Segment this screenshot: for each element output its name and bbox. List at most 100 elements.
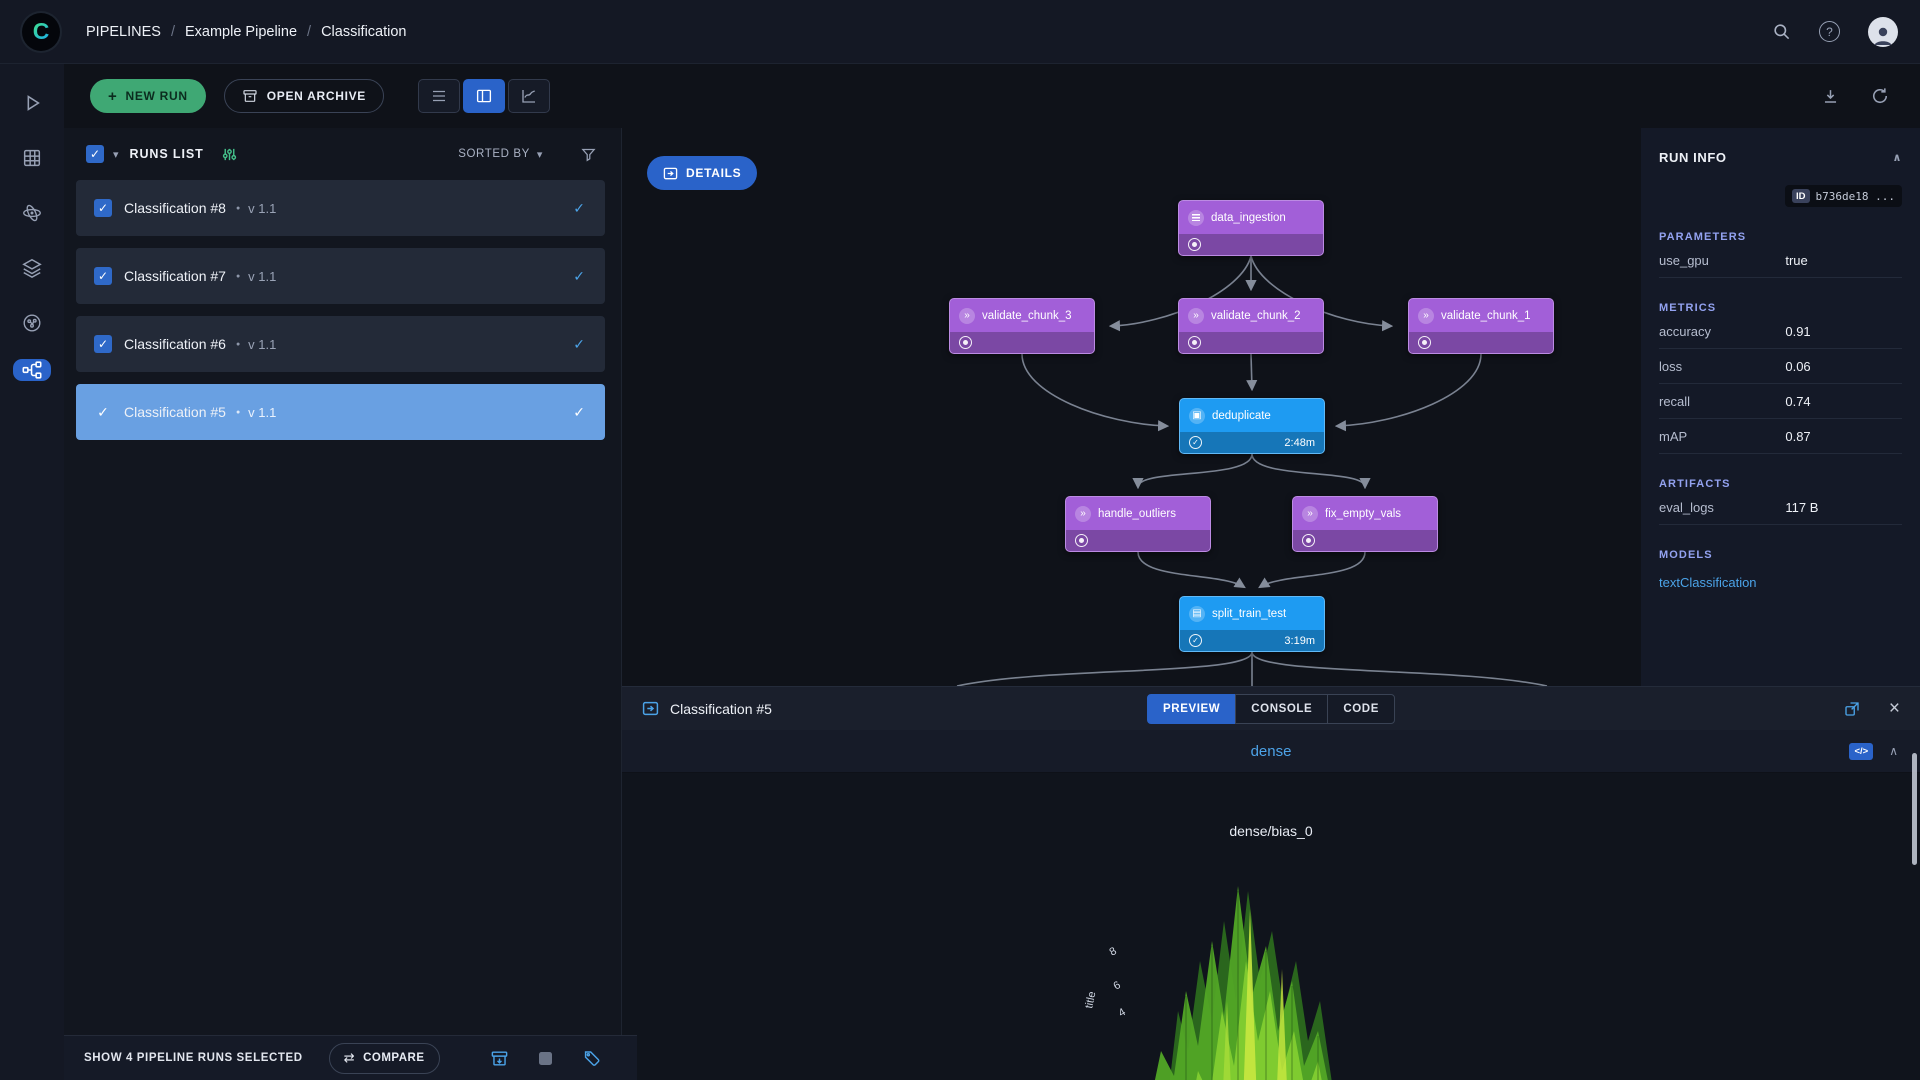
id-badge: ID [1792, 189, 1810, 203]
download-button[interactable] [1821, 87, 1840, 106]
run-list-item[interactable]: ✓ Classification #8 ● v 1.1 ✓ [76, 180, 605, 236]
question-icon: ? [1826, 25, 1833, 39]
node-header: » validate_chunk_3 [950, 299, 1094, 332]
run-checkbox[interactable]: ✓ [94, 335, 112, 353]
grid-icon [21, 147, 43, 169]
dag-node-validate-chunk-3[interactable]: » validate_chunk_3 [949, 298, 1095, 354]
dag-node-validate-chunk-1[interactable]: » validate_chunk_1 [1408, 298, 1554, 354]
run-list-item[interactable]: ✓ Classification #6 ● v 1.1 ✓ [76, 316, 605, 372]
tab-code[interactable]: CODE [1327, 694, 1395, 724]
plot-group-bar[interactable]: dense </> ∧ [622, 730, 1920, 773]
table-view-button[interactable] [418, 79, 460, 113]
breadcrumb-pipeline[interactable]: Classification [321, 24, 406, 40]
filter-button[interactable] [580, 146, 597, 163]
compare-button[interactable]: ⇄ COMPARE [329, 1043, 440, 1074]
node-status-bar [1179, 332, 1323, 353]
preview-panel: Classification #5 PREVIEW CONSOLE CODE ×… [622, 686, 1920, 1080]
dag-node-data-ingestion[interactable]: data_ingestion [1178, 200, 1324, 256]
archive-selected-button[interactable] [490, 1049, 509, 1068]
search-button[interactable] [1772, 22, 1791, 41]
split-view-button[interactable] [463, 79, 505, 113]
tune-icon[interactable] [221, 146, 238, 163]
close-icon[interactable]: × [1889, 699, 1900, 718]
param-value: true [1785, 253, 1807, 268]
left-nav-rail [0, 64, 64, 1080]
preview-frame-icon [642, 700, 659, 717]
nav-projects[interactable] [21, 92, 43, 114]
pipeline-dag[interactable]: DETAILS data_ingestion » validate_chunk_… [622, 128, 1641, 686]
scrollbar[interactable] [1912, 753, 1917, 865]
abort-selected-button[interactable] [539, 1052, 552, 1065]
dag-node-fix-empty-vals[interactable]: » fix_empty_vals [1292, 496, 1438, 552]
run-title: Classification #7 [124, 268, 226, 284]
filter-icon [580, 146, 597, 163]
chevron-down-icon[interactable]: ▾ [113, 148, 119, 161]
model-link[interactable]: textClassification [1659, 575, 1902, 590]
new-run-button[interactable]: + NEW RUN [90, 79, 206, 113]
chart-view-button[interactable] [508, 79, 550, 113]
open-archive-button[interactable]: OPEN ARCHIVE [224, 79, 384, 113]
code-view-chip[interactable]: </> [1849, 743, 1873, 760]
plus-icon: + [108, 88, 117, 105]
run-step-icon: » [1188, 308, 1204, 324]
bullet-icon: ● [236, 273, 240, 280]
run-checkbox[interactable]: ✓ [94, 403, 112, 421]
tab-preview[interactable]: PREVIEW [1147, 694, 1236, 724]
clearml-logo[interactable]: C [22, 13, 60, 51]
bullet-icon: ● [236, 205, 240, 212]
run-checkbox[interactable]: ✓ [94, 199, 112, 217]
sorted-by-dropdown[interactable]: SORTED BY ▾ [458, 148, 543, 161]
run-list-item[interactable]: ✓ Classification #7 ● v 1.1 ✓ [76, 248, 605, 304]
nav-datasets[interactable] [21, 147, 43, 169]
run-id-chip[interactable]: ID b736de18 ... [1785, 185, 1902, 207]
dedup-icon: ▣ [1189, 408, 1205, 424]
collapse-chevron-icon[interactable]: ∧ [1889, 744, 1898, 758]
dag-node-deduplicate[interactable]: ▣ deduplicate ✓ 2:48m [1179, 398, 1325, 454]
nav-reports[interactable] [21, 257, 43, 279]
sorted-by-label: SORTED BY [458, 148, 530, 160]
tag-selected-button[interactable] [582, 1049, 601, 1068]
nav-models[interactable] [21, 312, 43, 334]
dag-node-split-train-test[interactable]: ▤ split_train_test ✓ 3:19m [1179, 596, 1325, 652]
tab-console[interactable]: CONSOLE [1235, 694, 1328, 724]
status-ring-icon [1418, 336, 1431, 349]
metric-row: mAP 0.87 [1659, 419, 1902, 454]
nav-hyperdatasets[interactable] [21, 202, 43, 224]
breadcrumb-separator: / [171, 24, 175, 40]
node-label: validate_chunk_2 [1211, 310, 1301, 322]
dag-node-validate-chunk-2[interactable]: » validate_chunk_2 [1178, 298, 1324, 354]
dag-node-handle-outliers[interactable]: » handle_outliers [1065, 496, 1211, 552]
pipeline-toolbar: + NEW RUN OPEN ARCHIVE [64, 64, 1920, 128]
breadcrumb-pipelines[interactable]: PIPELINES [86, 24, 161, 40]
run-status-check-icon: ✓ [573, 268, 585, 285]
metric-row: recall 0.74 [1659, 384, 1902, 419]
document-icon: ▤ [1189, 606, 1205, 622]
breadcrumb: PIPELINES / Example Pipeline / Classific… [86, 24, 406, 40]
check-icon: ✓ [1192, 439, 1199, 447]
avatar[interactable] [1868, 17, 1898, 47]
split-view-icon [475, 87, 493, 105]
toolbar-right-actions [1821, 86, 1894, 106]
details-button[interactable]: DETAILS [647, 156, 757, 190]
check-icon: ✓ [98, 338, 108, 350]
frame-arrow-icon [642, 700, 659, 717]
nav-pipelines[interactable] [13, 359, 51, 381]
metric-label: recall [1659, 394, 1785, 409]
surface-plot[interactable]: 8 6 4 title [1026, 851, 1486, 1080]
node-status-bar: ✓ 3:19m [1180, 630, 1324, 651]
parameter-row: use_gpu true [1659, 243, 1902, 278]
expand-button[interactable] [1843, 700, 1861, 718]
preview-tabs: PREVIEW CONSOLE CODE [1147, 694, 1395, 724]
help-button[interactable]: ? [1819, 21, 1840, 42]
compare-icon: ⇄ [344, 1050, 355, 1066]
run-info-header: RUN INFO ∧ [1659, 128, 1902, 165]
refresh-button[interactable] [1870, 86, 1890, 106]
select-all-checkbox[interactable]: ✓ [86, 145, 104, 163]
run-version: v 1.1 [248, 337, 276, 352]
run-title: Classification #5 [124, 404, 226, 420]
metric-value: 0.87 [1785, 429, 1810, 444]
breadcrumb-project[interactable]: Example Pipeline [185, 24, 297, 40]
run-checkbox[interactable]: ✓ [94, 267, 112, 285]
run-list-item-selected[interactable]: ✓ Classification #5 ● v 1.1 ✓ [76, 384, 605, 440]
collapse-chevron-icon[interactable]: ∧ [1892, 151, 1902, 164]
